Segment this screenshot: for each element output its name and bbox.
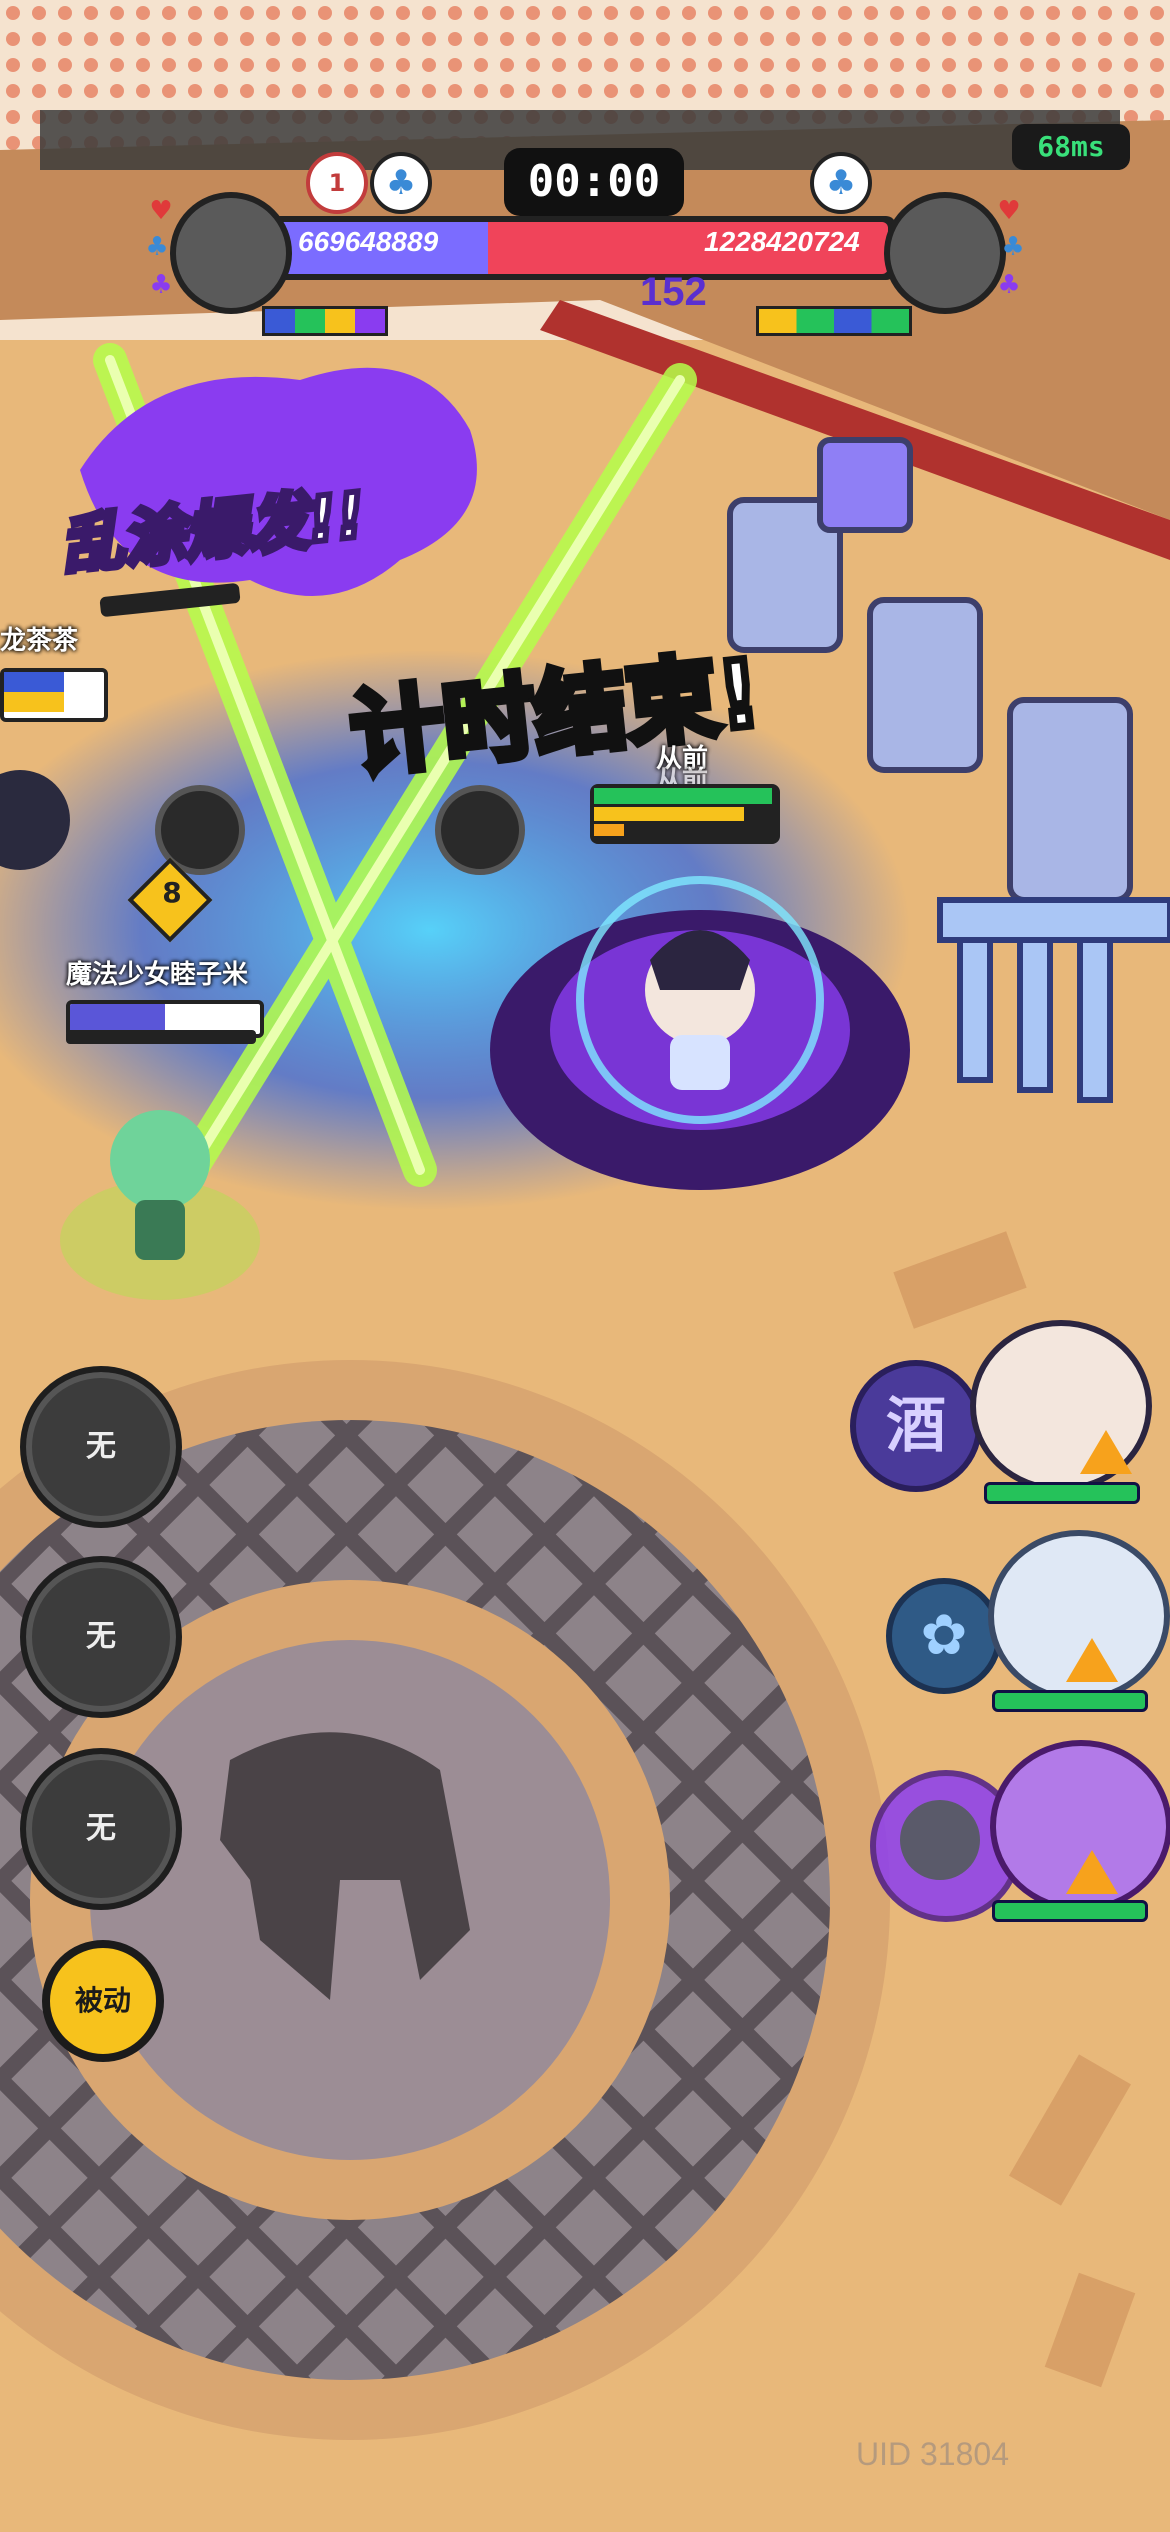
right-club-icon: ♣ [1001,232,1025,262]
network-ping: 68ms [1012,124,1130,170]
team-slot-1-warning-icon [1080,1430,1132,1474]
offscreen-player-name: 龙茶茶 [0,626,79,656]
left-kills-badge: 1 [306,152,368,214]
right-heart-icon: ♥ [997,196,1021,226]
ally-level-text: 8 [162,876,182,909]
team-slot-3-skill-icon [900,1800,980,1880]
team-slot-2-warning-icon [1066,1638,1118,1682]
passive-skill-button[interactable]: 被动 [42,1940,164,2062]
left-color-chips [262,306,388,336]
team-slot-2-skill-badge[interactable]: ✿ [886,1578,1002,1694]
enemy-player-hp [590,784,780,844]
skill-button-3[interactable]: 无 [20,1748,182,1910]
skill-button-1[interactable]: 无 [20,1366,182,1528]
right-spade-icon: ♣ [997,270,1021,300]
right-color-chips [756,306,912,336]
left-club-icon: ♣ [145,232,169,262]
team-slot-1-skill-badge[interactable]: 酒 [850,1360,982,1492]
team-slot-3-warning-icon [1066,1850,1118,1894]
ally-player-energy [66,1030,256,1044]
ally-player-name: 魔法少女睦子米 [66,960,249,990]
right-team-score: 1228420724 [704,226,860,257]
team-slot-1-hp [984,1482,1140,1504]
team-slot-2-hp [992,1690,1148,1712]
right-suit-icon: ♣ [810,152,872,214]
skill-button-3-label: 无 [86,1811,116,1846]
left-team-avatar[interactable] [170,192,292,314]
battle-arena-background [0,0,1170,2532]
right-team-avatar[interactable] [884,192,1006,314]
left-spade-icon: ♣ [149,270,173,300]
skill-button-2[interactable]: 无 [20,1556,182,1718]
team-slot-2[interactable]: ✿ [880,1530,1170,1712]
left-kills-count: 1 [328,169,346,197]
offscreen-player-hp [0,668,108,722]
skill-button-1-label: 无 [86,1429,116,1464]
left-heart-icon: ♥ [149,196,173,226]
left-team-score: 669648889 [298,226,439,257]
team-slot-1-badge-glyph: 酒 [886,1391,946,1461]
user-id-label: UID 31804 [856,2436,1009,2472]
team-slot-1[interactable]: 酒 [850,1320,1170,1510]
team-slot-3[interactable] [850,1740,1170,1922]
skill-button-2-label: 无 [86,1619,116,1654]
partial-score-text: 152 [640,270,707,314]
left-suit-icon: ♣ [370,152,432,214]
match-timer: 00:00 [504,148,684,216]
passive-skill-label: 被动 [74,1984,131,2017]
team-slot-3-hp [992,1900,1148,1922]
